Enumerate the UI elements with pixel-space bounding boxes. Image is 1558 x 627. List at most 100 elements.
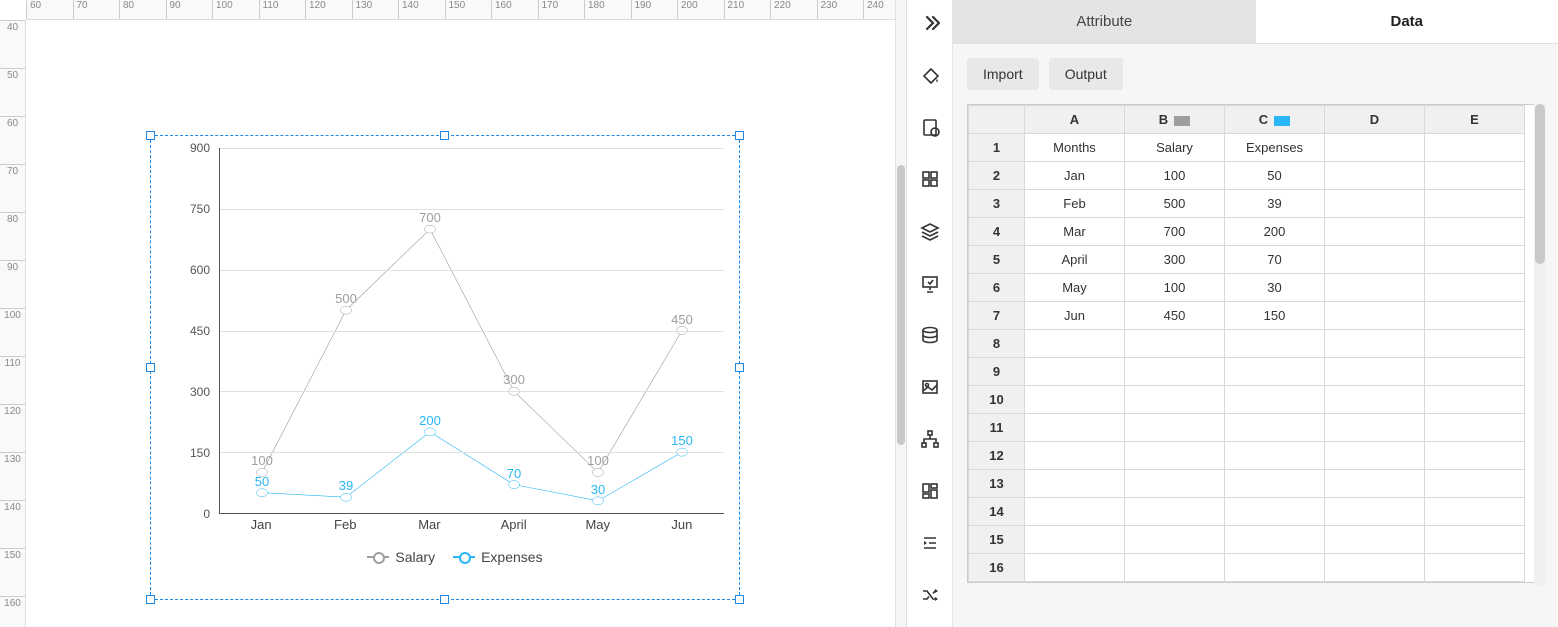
row-header[interactable]: 4 — [969, 218, 1025, 246]
cell[interactable] — [1325, 162, 1425, 190]
row-header[interactable]: 12 — [969, 442, 1025, 470]
dashboard-icon[interactable] — [915, 476, 945, 506]
cell[interactable]: 450 — [1125, 302, 1225, 330]
canvas-vertical-scrollbar[interactable] — [895, 0, 907, 627]
cell[interactable] — [1225, 442, 1325, 470]
cell[interactable]: 150 — [1225, 302, 1325, 330]
cell[interactable] — [1025, 330, 1125, 358]
cell[interactable] — [1325, 386, 1425, 414]
cell[interactable] — [1425, 526, 1525, 554]
scrollbar-thumb[interactable] — [1535, 104, 1545, 264]
column-header[interactable]: B — [1125, 106, 1225, 134]
sheet-corner[interactable] — [969, 106, 1025, 134]
resize-handle-ml[interactable] — [146, 363, 155, 372]
grid-icon[interactable] — [915, 164, 945, 194]
cell[interactable] — [1325, 526, 1425, 554]
row-header[interactable]: 2 — [969, 162, 1025, 190]
tab-data[interactable]: Data — [1256, 0, 1558, 43]
cell[interactable] — [1425, 442, 1525, 470]
layers-icon[interactable] — [915, 216, 945, 246]
column-header[interactable]: E — [1425, 106, 1525, 134]
cell[interactable] — [1425, 470, 1525, 498]
cell[interactable]: 100 — [1125, 162, 1225, 190]
cell[interactable] — [1325, 358, 1425, 386]
cell[interactable]: April — [1025, 246, 1125, 274]
column-header[interactable]: A — [1025, 106, 1125, 134]
cell[interactable] — [1325, 302, 1425, 330]
resize-handle-mr[interactable] — [735, 363, 744, 372]
cell[interactable] — [1125, 330, 1225, 358]
cell[interactable]: 500 — [1125, 190, 1225, 218]
cell[interactable] — [1225, 358, 1325, 386]
cell[interactable] — [1225, 414, 1325, 442]
row-header[interactable]: 1 — [969, 134, 1025, 162]
cell[interactable] — [1425, 134, 1525, 162]
spreadsheet[interactable]: ABCDE1MonthsSalaryExpenses2Jan100503Feb5… — [967, 104, 1544, 583]
cell[interactable]: May — [1025, 274, 1125, 302]
cell[interactable] — [1125, 526, 1225, 554]
cell[interactable] — [1225, 498, 1325, 526]
resize-handle-tl[interactable] — [146, 131, 155, 140]
row-header[interactable]: 14 — [969, 498, 1025, 526]
cell[interactable] — [1425, 302, 1525, 330]
cell[interactable]: Mar — [1025, 218, 1125, 246]
cell[interactable] — [1125, 358, 1225, 386]
row-header[interactable]: 16 — [969, 554, 1025, 582]
cell[interactable] — [1325, 246, 1425, 274]
canvas-area[interactable]: 6070809010011012013014015016017018019020… — [0, 0, 895, 627]
cell[interactable]: 50 — [1225, 162, 1325, 190]
cell[interactable] — [1125, 386, 1225, 414]
resize-handle-br[interactable] — [735, 595, 744, 604]
cell[interactable] — [1325, 414, 1425, 442]
image-icon[interactable] — [915, 372, 945, 402]
page-gear-icon[interactable] — [915, 112, 945, 142]
cell[interactable] — [1425, 498, 1525, 526]
row-header[interactable]: 7 — [969, 302, 1025, 330]
paint-bucket-icon[interactable] — [915, 60, 945, 90]
cell[interactable]: 100 — [1125, 274, 1225, 302]
resize-handle-bm[interactable] — [440, 595, 449, 604]
resize-handle-tr[interactable] — [735, 131, 744, 140]
cell[interactable]: 300 — [1125, 246, 1225, 274]
cell[interactable]: 700 — [1125, 218, 1225, 246]
row-header[interactable]: 9 — [969, 358, 1025, 386]
cell[interactable] — [1325, 218, 1425, 246]
cell[interactable] — [1325, 554, 1425, 582]
cell[interactable] — [1025, 554, 1125, 582]
cell[interactable]: Expenses — [1225, 134, 1325, 162]
canvas-body[interactable]: 0150300450600750900 10050070030010045050… — [26, 20, 895, 627]
row-header[interactable]: 10 — [969, 386, 1025, 414]
row-header[interactable]: 11 — [969, 414, 1025, 442]
cell[interactable] — [1425, 330, 1525, 358]
row-header[interactable]: 13 — [969, 470, 1025, 498]
cell[interactable]: Jan — [1025, 162, 1125, 190]
cell[interactable] — [1425, 274, 1525, 302]
cell[interactable] — [1425, 414, 1525, 442]
cell[interactable] — [1125, 442, 1225, 470]
cell[interactable] — [1125, 414, 1225, 442]
cell[interactable]: 70 — [1225, 246, 1325, 274]
sitemap-icon[interactable] — [915, 424, 945, 454]
import-button[interactable]: Import — [967, 58, 1039, 90]
cell[interactable] — [1225, 526, 1325, 554]
expand-icon[interactable] — [915, 8, 945, 38]
cell[interactable] — [1025, 442, 1125, 470]
cell[interactable] — [1225, 386, 1325, 414]
cell[interactable] — [1325, 330, 1425, 358]
cell[interactable] — [1025, 470, 1125, 498]
cell[interactable]: 39 — [1225, 190, 1325, 218]
cell[interactable] — [1025, 498, 1125, 526]
presentation-icon[interactable] — [915, 268, 945, 298]
cell[interactable] — [1325, 274, 1425, 302]
cell[interactable] — [1425, 554, 1525, 582]
cell[interactable] — [1025, 526, 1125, 554]
cell[interactable] — [1125, 470, 1225, 498]
cell[interactable] — [1125, 554, 1225, 582]
shuffle-icon[interactable] — [915, 580, 945, 610]
tab-attribute[interactable]: Attribute — [953, 0, 1256, 43]
database-icon[interactable] — [915, 320, 945, 350]
spreadsheet-scrollbar[interactable] — [1534, 104, 1546, 586]
row-header[interactable]: 5 — [969, 246, 1025, 274]
cell[interactable] — [1025, 358, 1125, 386]
column-header[interactable]: D — [1325, 106, 1425, 134]
